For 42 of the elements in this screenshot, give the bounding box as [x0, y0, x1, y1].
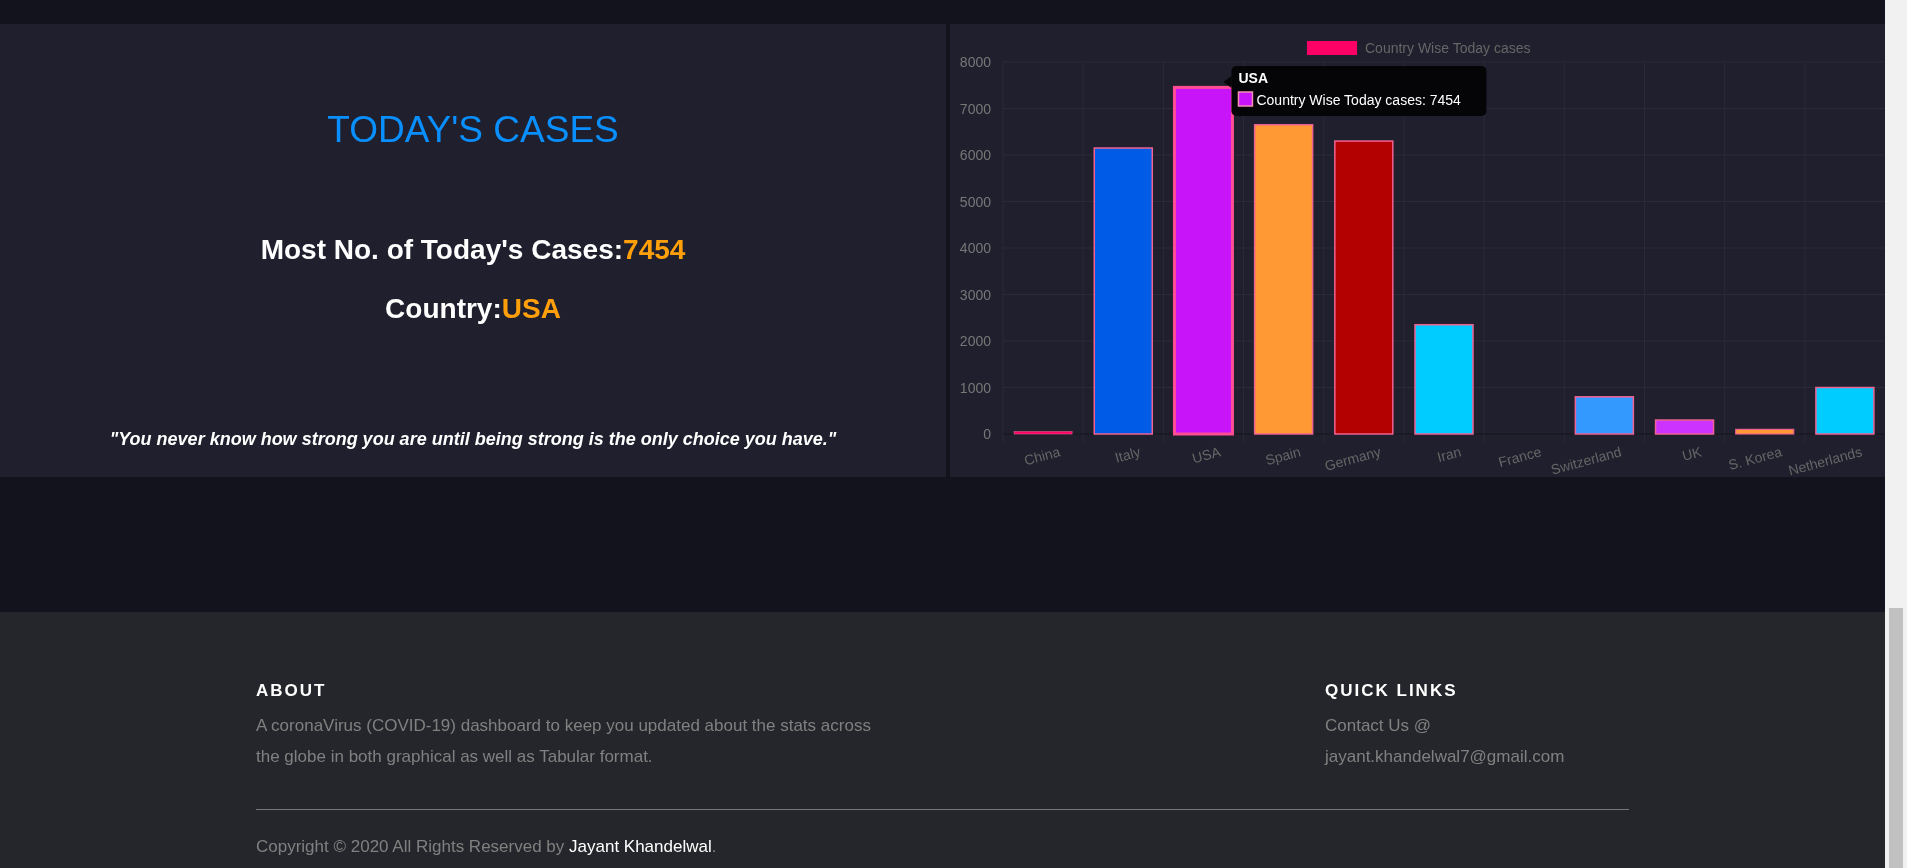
- tooltip-title: USA: [1238, 70, 1268, 86]
- scrollbar[interactable]: [1885, 0, 1907, 868]
- most-cases-text: Most No. of Today's Cases:7454: [260, 233, 686, 267]
- contact-text[interactable]: jayant.khandelwal7@gmail.com: [1325, 740, 1629, 772]
- bar[interactable]: [1172, 85, 1234, 436]
- tooltip-label: Country Wise Today cases: 7454: [1256, 92, 1461, 108]
- y-axis-label: 2000: [959, 333, 991, 349]
- legend-label: Country Wise Today cases: [1365, 40, 1531, 56]
- copyright-text: Copyright © 2020 All Rights Reserved by Jayant Khandelwal.: [256, 835, 718, 858]
- bar[interactable]: [1654, 419, 1715, 435]
- x-axis-label: Germany: [1322, 443, 1383, 474]
- x-axis-label: France: [1496, 443, 1543, 471]
- tooltip-swatch: [1237, 91, 1254, 107]
- x-axis-label: UK: [1680, 443, 1704, 464]
- y-axis-label: 6000: [959, 147, 991, 163]
- quick-links-heading: QUICK LINKS: [1325, 680, 1459, 702]
- scrollbar-thumb[interactable]: [1889, 608, 1903, 868]
- legend-swatch: [1307, 41, 1357, 55]
- quote-text: "You never know how strong you are until being strong is the only choice you have.": [109, 428, 837, 451]
- x-axis-label: Spain: [1263, 443, 1303, 469]
- y-axis-label: 1000: [959, 379, 991, 396]
- x-axis-label: Iran: [1435, 443, 1463, 466]
- bar[interactable]: [1815, 386, 1875, 435]
- about-heading: ABOUT: [256, 680, 328, 702]
- x-axis-label: S. Korea: [1726, 443, 1784, 473]
- contact-text[interactable]: Contact Us @: [1325, 709, 1629, 741]
- bar[interactable]: [1574, 396, 1635, 435]
- x-axis-label: Italy: [1113, 443, 1143, 466]
- y-axis-label: 5000: [959, 193, 991, 210]
- y-axis-label: 0: [983, 426, 991, 442]
- x-axis-label: USA: [1190, 443, 1223, 467]
- country-text: Country:USA: [385, 292, 561, 326]
- bar[interactable]: [1013, 431, 1073, 435]
- x-axis-label: China: [1022, 443, 1062, 469]
- about-text: A coronaVirus (COVID-19) dashboard to keep you updated about the stats across the globe in both graphical as well as Tabular format.: [256, 714, 872, 768]
- y-axis-label: 4000: [959, 240, 991, 256]
- y-axis-label: 8000: [959, 54, 991, 70]
- y-axis-label: 7000: [959, 100, 991, 117]
- section-title: TODAY'S CASES: [327, 108, 619, 152]
- bar[interactable]: [1253, 124, 1314, 435]
- bar[interactable]: [1735, 428, 1795, 435]
- y-axis-label: 3000: [959, 286, 991, 303]
